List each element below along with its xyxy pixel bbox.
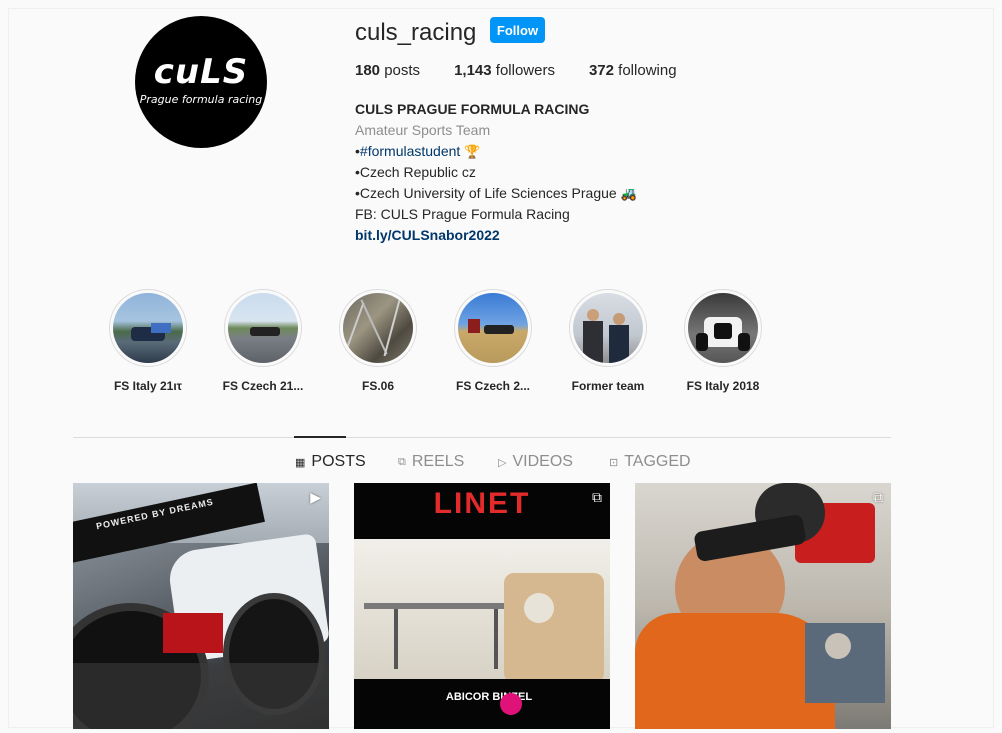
tab-tagged[interactable]: ⊡ TAGGED (609, 453, 691, 471)
profile-page: cuLS Prague formula racing culs_racing F… (8, 8, 994, 729)
reels-icon: ⧉ (873, 489, 883, 505)
hashtag-link[interactable]: #formulastudent (360, 143, 460, 159)
highlight-image (343, 293, 413, 363)
reels-icon: ⧉ (398, 455, 406, 468)
tab-videos[interactable]: ▷ VIDEOS (498, 453, 573, 471)
post-overlay-text: LINET (433, 487, 531, 520)
highlight-image (458, 293, 528, 363)
bio-line-hashtag: •#formulastudent 🏆 (355, 143, 481, 159)
avatar-tagline: Prague formula racing (139, 92, 263, 106)
followers-count[interactable]: 1,143 followers (454, 62, 555, 79)
tabs-divider (73, 437, 891, 438)
tab-posts[interactable]: ▦ POSTS (295, 453, 366, 471)
tagged-icon: ⊡ (609, 456, 619, 469)
highlight-label: FS Czech 21... (222, 379, 304, 393)
highlight-item[interactable]: FS Czech 21... (203, 289, 323, 393)
highlight-image (228, 293, 298, 363)
highlight-item[interactable]: FS Italy 2018 (663, 289, 783, 393)
highlight-label: FS Czech 2... (455, 379, 531, 393)
reels-icon: ⧉ (592, 489, 602, 505)
bio-line-country: •Czech Republic cz (355, 164, 476, 180)
bio-line-university: •Czech University of Life Sciences Pragu… (355, 185, 637, 201)
highlight-image (573, 293, 643, 363)
profile-username: culs_racing (355, 19, 477, 46)
highlight-image (688, 293, 758, 363)
highlight-image (113, 293, 183, 363)
highlight-label: FS Italy 21ιτ (113, 379, 183, 393)
highlight-item[interactable]: Former team (548, 289, 668, 393)
tractor-icon: 🚜 (620, 186, 637, 201)
trophy-icon: 🏆 (464, 144, 481, 159)
highlight-label: FS.06 (361, 379, 394, 393)
follow-button[interactable]: Follow (490, 17, 545, 43)
highlight-label: FS Italy 2018 (686, 379, 760, 393)
highlight-item[interactable]: FS Czech 2... (433, 289, 553, 393)
active-tab-indicator (294, 436, 346, 438)
post-tile[interactable]: LINET ABICOR BINZEL ⧉ (354, 483, 610, 729)
post-tile[interactable]: ⧉ (635, 483, 891, 729)
tab-reels[interactable]: ⧉ REELS (398, 453, 464, 471)
profile-bio: CULS PRAGUE FORMULA RACING Amateur Sport… (355, 99, 637, 246)
profile-stats: 180 posts 1,143 followers 372 following (355, 62, 711, 79)
avatar-logo: cuLS (153, 51, 249, 92)
profile-avatar[interactable]: cuLS Prague formula racing (135, 16, 267, 148)
posts-count: 180 posts (355, 62, 421, 79)
bio-name: CULS PRAGUE FORMULA RACING (355, 101, 590, 117)
bio-link[interactable]: bit.ly/CULSnabor2022 (355, 225, 637, 246)
highlight-item[interactable]: FS Italy 21ιτ (88, 289, 208, 393)
bio-line-facebook: FB: CULS Prague Formula Racing (355, 206, 570, 222)
bio-category: Amateur Sports Team (355, 122, 491, 138)
highlight-label: Former team (571, 379, 645, 393)
post-tile[interactable]: POWERED BY DREAMS ▶ (73, 483, 329, 729)
play-icon: ▶ (310, 489, 321, 505)
video-icon: ▷ (498, 456, 507, 469)
highlight-item[interactable]: FS.06 (318, 289, 438, 393)
following-count[interactable]: 372 following (589, 62, 677, 79)
grid-icon: ▦ (295, 456, 306, 469)
